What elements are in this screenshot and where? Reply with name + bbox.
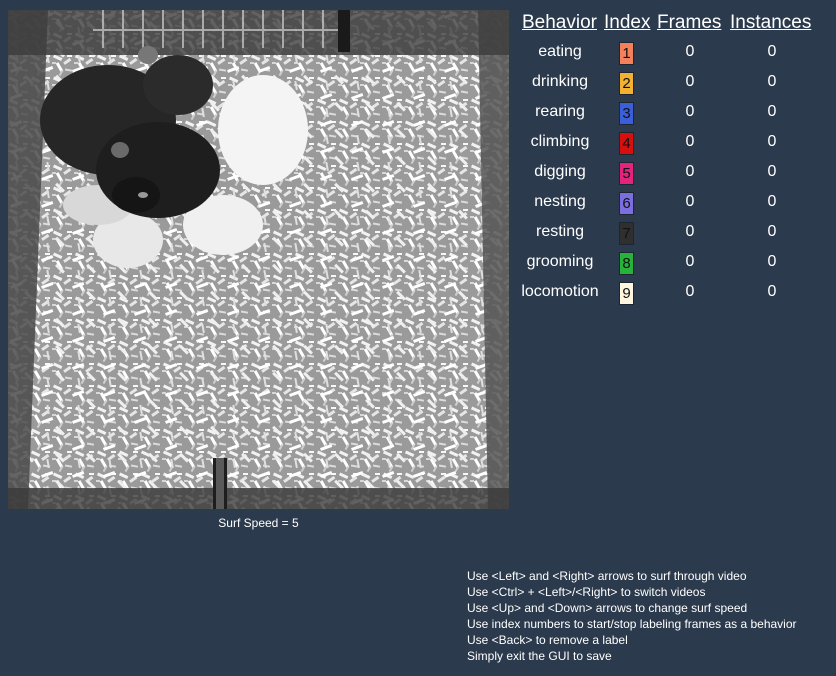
behavior-row[interactable]: digging 5 0 0 [517, 158, 829, 188]
help-line: Use <Left> and <Right> arrows to surf th… [467, 569, 747, 583]
header-index: Index [604, 12, 651, 33]
behavior-index-swatch[interactable]: 3 [619, 102, 634, 125]
header-behavior: Behavior [522, 12, 597, 33]
behavior-frames-count: 0 [685, 133, 695, 150]
behavior-instances-count: 0 [767, 103, 777, 120]
behavior-row[interactable]: drinking 2 0 0 [517, 68, 829, 98]
behavior-index-swatch[interactable]: 6 [619, 192, 634, 215]
header-frames: Frames [657, 12, 722, 33]
behavior-frames-count: 0 [685, 73, 695, 90]
behavior-frames-count: 0 [685, 43, 695, 60]
behavior-index-swatch[interactable]: 7 [619, 222, 634, 245]
behavior-name: locomotion [521, 283, 599, 300]
behavior-instances-count: 0 [767, 193, 777, 210]
behavior-row[interactable]: eating 1 0 0 [517, 38, 829, 68]
behavior-row[interactable]: nesting 6 0 0 [517, 188, 829, 218]
behavior-table: Behavior Index Frames Instances eating 1 0… [517, 12, 829, 308]
behavior-row[interactable]: locomotion 9 0 0 [517, 278, 829, 308]
help-line: Use <Ctrl> + <Left>/<Right> to switch vi… [467, 585, 706, 599]
behavior-name: resting [535, 223, 585, 240]
behavior-instances-count: 0 [767, 133, 777, 150]
behavior-frames-count: 0 [685, 223, 695, 240]
behavior-name: climbing [530, 133, 590, 150]
behavior-frames-count: 0 [685, 163, 695, 180]
help-line: Use <Back> to remove a label [467, 633, 628, 647]
help-line: Simply exit the GUI to save [467, 649, 612, 663]
behavior-frames-count: 0 [685, 103, 695, 120]
behavior-index-swatch[interactable]: 9 [619, 282, 634, 305]
help-line: Use <Up> and <Down> arrows to change sur… [467, 601, 748, 615]
video-frame[interactable] [8, 10, 509, 509]
behavior-rows: eating 1 0 0 drinking 2 0 0 rearing 3 0 0 climbing 4 0… [517, 38, 829, 308]
behavior-index-swatch[interactable]: 4 [619, 132, 634, 155]
behavior-name: nesting [534, 193, 586, 210]
behavior-instances-count: 0 [767, 283, 777, 300]
behavior-row[interactable]: resting 7 0 0 [517, 218, 829, 248]
behavior-index-swatch[interactable]: 2 [619, 72, 634, 95]
behavior-row[interactable]: grooming 8 0 0 [517, 248, 829, 278]
behavior-frames-count: 0 [685, 253, 695, 270]
behavior-instances-count: 0 [767, 73, 777, 90]
behavior-row[interactable]: climbing 4 0 0 [517, 128, 829, 158]
behavior-row[interactable]: rearing 3 0 0 [517, 98, 829, 128]
help-text: Use <Left> and <Right> arrows to surf th… [467, 568, 797, 664]
behavior-frames-count: 0 [685, 193, 695, 210]
behavior-frames-count: 0 [685, 283, 695, 300]
behavior-instances-count: 0 [767, 43, 777, 60]
behavior-name: eating [538, 43, 582, 60]
table-header: Behavior Index Frames Instances [517, 12, 829, 38]
behavior-instances-count: 0 [767, 253, 777, 270]
behavior-name: grooming [526, 253, 594, 270]
surf-speed-label: Surf Speed = 5 [218, 516, 299, 530]
behavior-index-swatch[interactable]: 1 [619, 42, 634, 65]
behavior-name: digging [534, 163, 586, 180]
behavior-index-swatch[interactable]: 5 [619, 162, 634, 185]
header-instances: Instances [730, 12, 812, 33]
behavior-instances-count: 0 [767, 163, 777, 180]
behavior-name: rearing [535, 103, 585, 120]
behavior-instances-count: 0 [767, 223, 777, 240]
help-line: Use index numbers to start/stop labeling… [467, 617, 797, 631]
behavior-index-swatch[interactable]: 8 [619, 252, 634, 275]
cage-video-image [8, 10, 509, 509]
behavior-name: drinking [531, 73, 589, 90]
